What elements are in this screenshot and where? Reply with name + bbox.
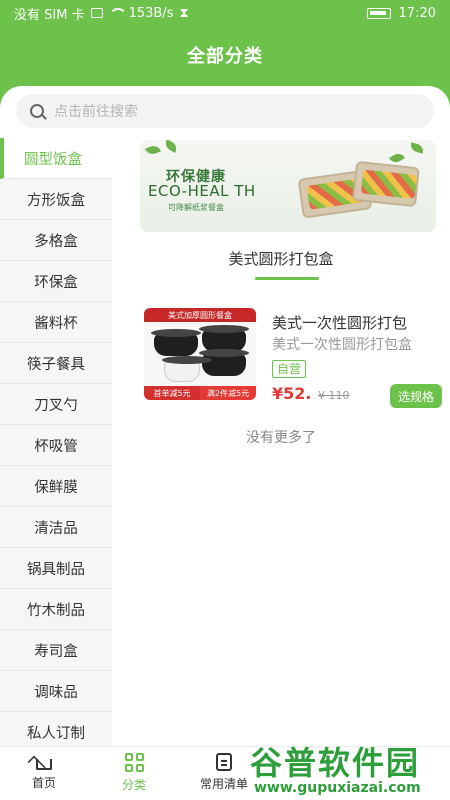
promo-badge-multi-buy: 满2件减5元	[200, 386, 256, 400]
sidebar-item-cookware[interactable]: 锅具制品	[0, 548, 112, 589]
sidebar-item-label: 保鲜膜	[34, 479, 78, 496]
sidebar-item-label: 酱料杯	[34, 315, 78, 332]
sidebar-item-multi-grid[interactable]: 多格盒	[0, 220, 112, 261]
tab-label: 常用清单	[199, 777, 248, 791]
battery-icon	[366, 7, 391, 19]
banner-title-en: ECO-HEAL TH	[148, 182, 256, 200]
sidebar-item-cleaning[interactable]: 清洁品	[0, 507, 112, 548]
self-operated-badge: 自营	[272, 360, 307, 378]
sidebar-item-label: 环保盒	[34, 274, 78, 291]
product-name: 美式一次性圆形打包	[272, 314, 408, 332]
product-card[interactable]: 美式加厚圆形餐盒 首单减5元 满2件减5元 美式一次性圆形打包 美式一次性圆形打…	[142, 308, 450, 408]
page-title: 全部分类	[187, 46, 263, 67]
select-spec-button[interactable]: 选规格	[390, 384, 442, 408]
sidebar-item-label: 寿司盒	[34, 643, 78, 660]
sidebar-item-label: 筷子餐具	[27, 356, 85, 373]
product-subtitle: 美式一次性圆形打包盒	[272, 337, 412, 353]
sidebar-item-round-box[interactable]: 圆型饭盒	[0, 138, 112, 179]
subcategory-title: 美式圆形打包盒	[228, 250, 334, 268]
product-original-price: ¥ 110	[318, 389, 350, 402]
sidebar-item-label: 多格盒	[34, 233, 78, 250]
carrier-text: 没有 SIM 卡	[14, 7, 85, 23]
tab-home[interactable]: 首页	[4, 753, 84, 791]
tab-label: 分类	[121, 778, 146, 792]
list-icon	[216, 753, 232, 771]
leaf-icon	[409, 142, 425, 154]
sidebar-item-custom[interactable]: 私人订制	[0, 712, 112, 746]
sidebar-item-sushi-box[interactable]: 寿司盒	[0, 630, 112, 671]
network-speed: 153B/s	[128, 5, 174, 21]
sim-icon	[90, 8, 103, 18]
sidebar-item-label: 杯吸管	[34, 438, 78, 455]
search-bar[interactable]: 点击前往搜索	[16, 94, 434, 128]
promo-badge-first-order: 首单减5元	[144, 386, 200, 400]
main-panel: 点击前往搜索 圆型饭盒 方形饭盒 多格盒 环保盒 酱料杯 筷子餐具 刀叉勺 杯吸…	[0, 86, 450, 746]
sidebar-item-label: 方形饭盒	[27, 192, 85, 209]
tab-label: 首页	[31, 776, 56, 790]
watermark-url: www.gupuxiazai.com	[254, 780, 421, 796]
category-banner[interactable]: 环保健康 ECO-HEAL TH 可降解纸浆餐盒	[140, 140, 436, 232]
leaf-icon	[162, 140, 180, 153]
sidebar-item-cling-film[interactable]: 保鲜膜	[0, 466, 112, 507]
tab-category[interactable]: 分类	[94, 753, 174, 793]
status-bar: 没有 SIM 卡 153B/s ⧗ 17:20	[0, 0, 450, 26]
subcategory-underline	[255, 277, 319, 280]
sidebar-item-bamboo[interactable]: 竹木制品	[0, 589, 112, 630]
grid-icon	[124, 753, 144, 772]
product-price: ¥52.	[272, 384, 312, 403]
sidebar-item-label: 调味品	[34, 684, 78, 701]
sidebar-item-label: 私人订制	[27, 725, 85, 742]
sidebar-item-cutlery[interactable]: 刀叉勺	[0, 384, 112, 425]
wifi-icon	[108, 8, 127, 18]
sidebar-item-sauce-cup[interactable]: 酱料杯	[0, 302, 112, 343]
watermark-logo-text: 谷普软件园	[250, 744, 421, 782]
banner-subtitle: 可降解纸浆餐盒	[168, 203, 224, 212]
home-icon	[36, 759, 52, 770]
sidebar-item-seasoning[interactable]: 调味品	[0, 671, 112, 712]
food-tray-image	[352, 160, 420, 208]
search-icon	[30, 104, 44, 118]
category-content: 环保健康 ECO-HEAL TH 可降解纸浆餐盒 美式圆形打包盒 美式加厚圆形餐…	[112, 138, 450, 746]
sidebar-item-eco-box[interactable]: 环保盒	[0, 261, 112, 302]
category-sidebar: 圆型饭盒 方形饭盒 多格盒 环保盒 酱料杯 筷子餐具 刀叉勺 杯吸管 保鲜膜 清…	[0, 138, 112, 746]
sidebar-item-chopsticks[interactable]: 筷子餐具	[0, 343, 112, 384]
no-more-text: 没有更多了	[246, 430, 316, 446]
leaf-icon	[145, 143, 161, 157]
clock-time: 17:20	[398, 5, 436, 21]
sidebar-item-square-box[interactable]: 方形饭盒	[0, 179, 112, 220]
sidebar-item-label: 刀叉勺	[34, 397, 78, 414]
search-placeholder: 点击前往搜索	[54, 104, 138, 120]
hourglass-icon: ⧗	[179, 5, 189, 21]
product-image: 美式加厚圆形餐盒 首单减5元 满2件减5元	[144, 308, 256, 400]
sidebar-item-label: 清洁品	[34, 520, 78, 537]
watermark: 谷普软件园 www.gupuxiazai.com	[250, 738, 450, 800]
sidebar-item-label: 圆型饭盒	[24, 151, 82, 168]
sidebar-item-label: 竹木制品	[27, 602, 85, 619]
sidebar-item-cup-straw[interactable]: 杯吸管	[0, 425, 112, 466]
leaf-icon	[388, 151, 406, 165]
sidebar-item-label: 锅具制品	[27, 561, 85, 578]
product-image-banner: 美式加厚圆形餐盒	[144, 308, 256, 322]
